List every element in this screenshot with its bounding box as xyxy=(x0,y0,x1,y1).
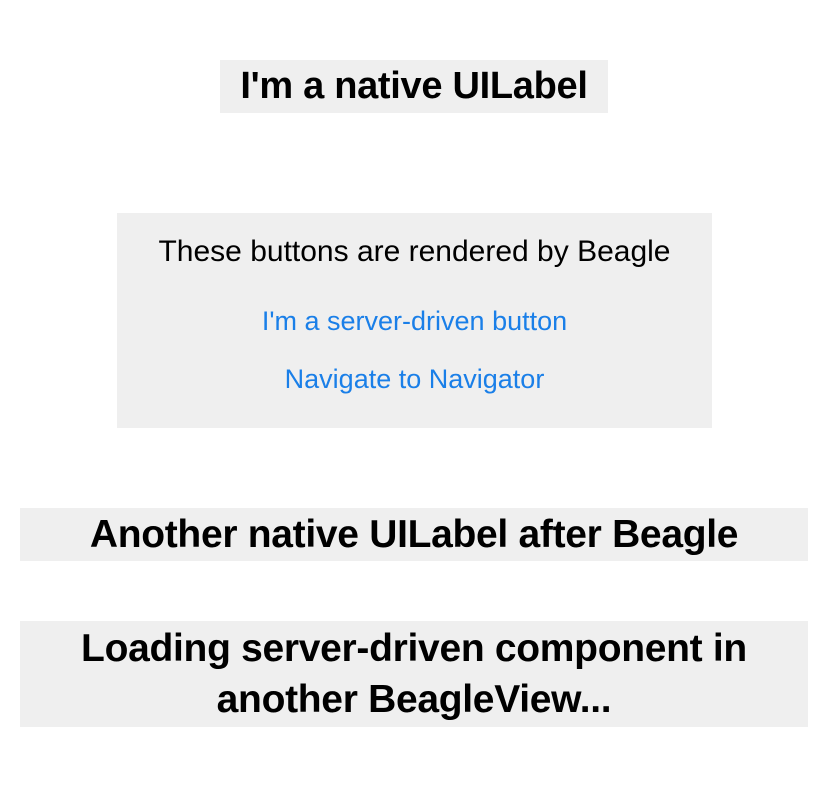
loading-label-line-2: another BeagleView... xyxy=(216,678,612,721)
native-uilabel-after-beagle: Another native UILabel after Beagle xyxy=(20,508,808,561)
native-uilabel: I'm a native UILabel xyxy=(220,60,608,113)
server-driven-button[interactable]: I'm a server-driven button xyxy=(117,303,712,339)
loading-beagleview-label: Loading server-driven component in anoth… xyxy=(20,621,808,727)
navigate-to-navigator-button[interactable]: Navigate to Navigator xyxy=(117,361,712,397)
loading-label-line-1: Loading server-driven component in xyxy=(81,627,747,670)
beagle-view-container: These buttons are rendered by Beagle I'm… xyxy=(117,213,712,428)
beagle-caption-label: These buttons are rendered by Beagle xyxy=(158,235,671,268)
